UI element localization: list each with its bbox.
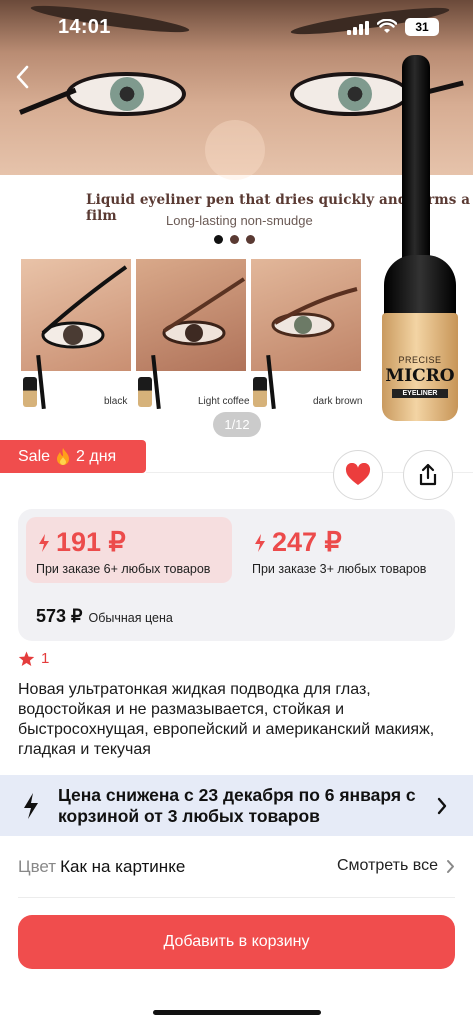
gallery-counter: 1/12 — [213, 412, 261, 437]
wifi-icon — [377, 19, 397, 33]
product-gallery[interactable]: 14:01 31 Liquid eyeliner pen that dries … — [0, 0, 473, 440]
status-icons: 31 — [347, 18, 439, 36]
share-button[interactable] — [403, 450, 453, 500]
share-icon — [419, 463, 437, 486]
tier-note: При заказе 3+ любых товаров — [252, 562, 427, 576]
shade-label: dark brown — [313, 396, 363, 407]
regular-price-label: Обычная цена — [88, 611, 173, 625]
shade-label: black — [104, 396, 128, 407]
regular-price: 573 ₽ Обычная цена — [36, 606, 173, 627]
bottle-text: MICRO — [385, 366, 455, 386]
see-all-label: Смотреть все — [336, 857, 438, 874]
battery-icon: 31 — [405, 18, 439, 36]
price-tier-3plus[interactable]: 247 ₽ При заказе 3+ любых товаров — [242, 517, 448, 583]
heart-icon — [345, 463, 371, 485]
gallery-promo-subtitle: Long-lasting non-smudge — [166, 213, 313, 228]
cellular-signal-icon — [347, 19, 369, 35]
lightning-icon — [24, 793, 38, 819]
chevron-left-icon — [16, 65, 29, 89]
lightning-icon — [255, 533, 265, 552]
status-time: 14:01 — [58, 16, 111, 38]
see-all-link[interactable]: Смотреть все — [337, 857, 455, 875]
sale-duration: 2 дня — [76, 447, 117, 465]
product-title: Новая ультратонкая жидкая подводка для г… — [18, 681, 435, 758]
chevron-right-icon — [447, 859, 454, 873]
color-option-row[interactable]: Цвет Как на картинке Смотреть все — [18, 857, 455, 881]
favorite-button[interactable] — [333, 450, 383, 500]
fire-icon — [57, 447, 70, 465]
color-value: Как на картинке — [60, 857, 186, 876]
tier-price: 247 ₽ — [272, 527, 342, 557]
chevron-right-icon — [437, 797, 447, 815]
star-icon — [18, 651, 35, 666]
gallery-dot — [214, 235, 223, 244]
shade-sample-black — [21, 259, 131, 409]
sale-label: Sale — [18, 447, 51, 465]
bottle-text: PRECISE — [398, 355, 442, 365]
add-to-cart-button[interactable]: Добавить в корзину — [18, 915, 455, 969]
sale-badge: Sale 2 дня — [0, 440, 146, 473]
back-button[interactable] — [8, 60, 36, 94]
shade-sample-light-coffee — [136, 259, 246, 409]
price-tier-6plus[interactable]: 191 ₽ При заказе 6+ любых товаров — [26, 517, 232, 583]
lightning-icon — [39, 533, 49, 552]
eyeliner-bottle-image: PRECISE MICRO EYELINER — [378, 55, 462, 425]
shade-sample-dark-brown — [251, 259, 361, 409]
status-bar: 14:01 31 — [0, 0, 473, 56]
shade-label: Light coffee — [198, 396, 250, 407]
rating[interactable]: 1 — [18, 650, 49, 667]
divider — [18, 897, 455, 898]
tier-price: 191 ₽ — [56, 527, 126, 557]
home-indicator — [153, 1010, 321, 1015]
price-drop-banner[interactable]: Цена снижена с 23 декабря по 6 января с … — [0, 775, 473, 836]
gallery-dot — [246, 235, 255, 244]
rating-value: 1 — [41, 650, 50, 667]
tier-note: При заказе 6+ любых товаров — [36, 562, 211, 576]
price-drop-text: Цена снижена с 23 декабря по 6 января с … — [58, 785, 416, 826]
price-card: 191 ₽ При заказе 6+ любых товаров 247 ₽ … — [18, 509, 455, 641]
gallery-dot — [230, 235, 239, 244]
bottle-text: EYELINER — [392, 389, 448, 398]
color-label: Цвет — [18, 857, 57, 876]
gallery-dots — [214, 235, 255, 244]
regular-price-value: 573 ₽ — [36, 606, 83, 626]
